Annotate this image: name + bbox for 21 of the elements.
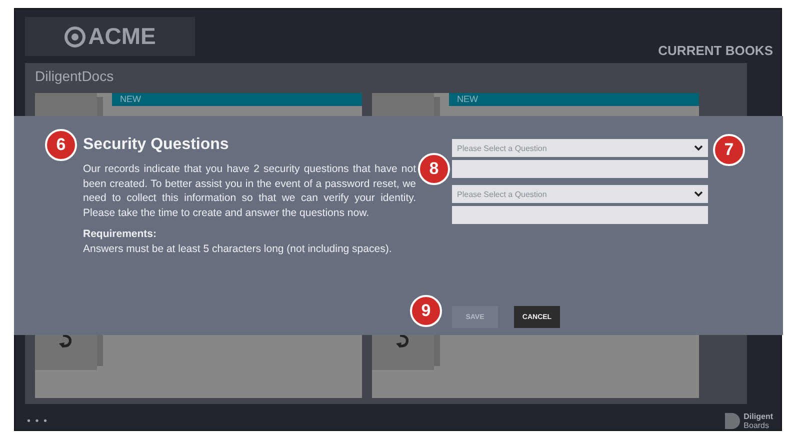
chevron-down-icon — [694, 145, 703, 151]
brand-logo-icon — [724, 413, 741, 429]
answer-field[interactable] — [452, 206, 708, 224]
question-dropdown[interactable]: Please Select a Question — [452, 185, 708, 203]
question-dropdown[interactable]: Please Select a Question — [452, 139, 708, 157]
new-badge: NEW — [112, 92, 362, 106]
new-badge: NEW — [449, 92, 699, 106]
chevron-down-icon — [694, 191, 703, 197]
logo-text: ACME — [88, 23, 156, 50]
more-menu[interactable]: • • • — [27, 416, 48, 426]
eye-logo-icon — [64, 26, 86, 48]
brand-name: Diligent Boards — [744, 412, 773, 430]
curved-arrow-icon — [396, 334, 410, 348]
curved-arrow-icon — [59, 334, 73, 348]
dialog-title: Security Questions — [83, 136, 230, 154]
requirements-heading: Requirements: — [83, 228, 158, 240]
section-title: CURRENT BOOKS — [658, 42, 773, 60]
requirements-text: Answers must be at least 5 characters long (not including spaces). — [83, 243, 393, 256]
library-title: DiligentDocs — [35, 68, 115, 84]
dialog-message: Our records indicate that you have 2 security questions that have not been created. To better assist you in the event of a password reset, we need to collect this information so that we can verify your identity. Please take the time to create and answer the questions now. — [83, 162, 416, 220]
answer-field[interactable] — [452, 160, 708, 178]
